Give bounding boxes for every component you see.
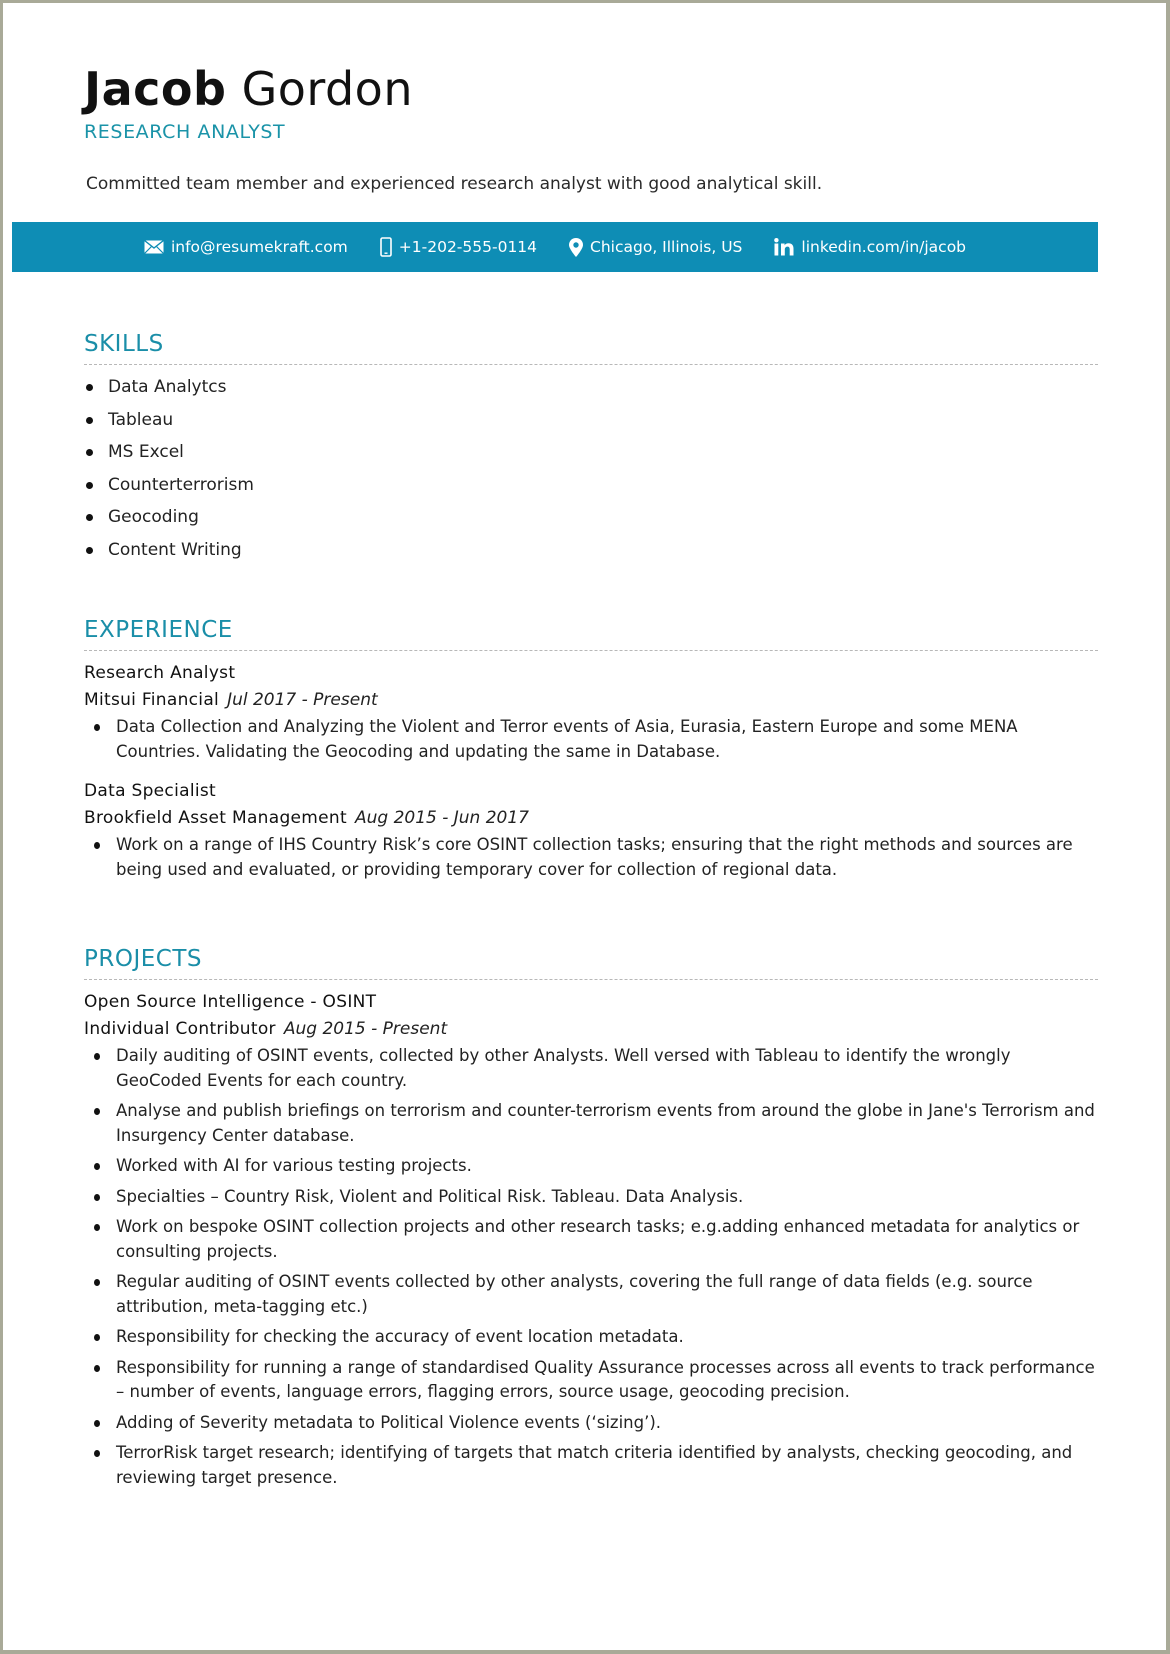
bullet-item: Daily auditing of OSINT events, collecte… bbox=[84, 1044, 1098, 1093]
experience-entry: Data Specialist Brookfield Asset Managem… bbox=[84, 778, 1098, 882]
contact-email[interactable]: info@resumekraft.com bbox=[144, 238, 348, 256]
project-role: Individual Contributor bbox=[84, 1019, 276, 1039]
bullet-item: Responsibility for checking the accuracy… bbox=[84, 1325, 1098, 1350]
bullet-item: Data Collection and Analyzing the Violen… bbox=[84, 715, 1098, 764]
bullet-item: TerrorRisk target research; identifying … bbox=[84, 1441, 1098, 1490]
job-title: RESEARCH ANALYST bbox=[84, 120, 286, 143]
entry-org-line: Mitsui Financial Jul 2017 - Present bbox=[84, 687, 1098, 714]
email-label: info@resumekraft.com bbox=[170, 238, 348, 256]
skill-item: Geocoding bbox=[84, 501, 1098, 534]
bullet-item: Regular auditing of OSINT events collect… bbox=[84, 1270, 1098, 1319]
skill-item: Counterterrorism bbox=[84, 469, 1098, 502]
skill-item: Content Writing bbox=[84, 534, 1098, 567]
section-title-projects: PROJECTS bbox=[84, 946, 1098, 980]
skill-item: Data Analytcs bbox=[84, 371, 1098, 404]
map-pin-icon bbox=[569, 237, 584, 257]
linkedin-label: linkedin.com/in/jacob bbox=[801, 238, 967, 256]
skills-section: SKILLS Data Analytcs Tableau MS Excel Co… bbox=[84, 331, 1098, 566]
skills-list: Data Analytcs Tableau MS Excel Counterte… bbox=[84, 371, 1098, 566]
skill-item: Tableau bbox=[84, 404, 1098, 437]
bullet-item: Work on bespoke OSINT collection project… bbox=[84, 1215, 1098, 1264]
entry-role: Data Specialist bbox=[84, 781, 216, 801]
bullet-item: Specialties – Country Risk, Violent and … bbox=[84, 1185, 1098, 1210]
entry-dates: Jul 2017 - Present bbox=[227, 690, 378, 710]
location-label: Chicago, Illinois, US bbox=[590, 238, 743, 256]
summary: Committed team member and experienced re… bbox=[86, 174, 823, 194]
project-bullets: Daily auditing of OSINT events, collecte… bbox=[84, 1044, 1098, 1490]
bullet-item: Adding of Severity metadata to Political… bbox=[84, 1411, 1098, 1436]
contact-bar: info@resumekraft.com +1-202-555-0114 Chi… bbox=[12, 222, 1098, 272]
resume-header: Jacob Gordon RESEARCH ANALYST bbox=[84, 64, 413, 143]
skill-item: MS Excel bbox=[84, 436, 1098, 469]
experience-entry: Research Analyst Mitsui Financial Jul 201… bbox=[84, 660, 1098, 764]
linkedin-icon bbox=[774, 238, 794, 256]
bullet-item: Work on a range of IHS Country Risk’s co… bbox=[84, 833, 1098, 882]
project-name: Open Source Intelligence - OSINT bbox=[84, 992, 377, 1012]
project-entry: Open Source Intelligence - OSINT Individ… bbox=[84, 989, 1098, 1490]
envelope-icon bbox=[144, 240, 164, 254]
first-name: Jacob bbox=[84, 62, 227, 116]
project-dates: Aug 2015 - Present bbox=[283, 1019, 448, 1039]
section-title-experience: EXPERIENCE bbox=[84, 617, 1098, 651]
entry-dates: Aug 2015 - Jun 2017 bbox=[354, 808, 530, 828]
entry-organization: Mitsui Financial bbox=[84, 690, 220, 710]
project-role-line: Individual Contributor Aug 2015 - Present bbox=[84, 1016, 1098, 1043]
entry-organization: Brookfield Asset Management bbox=[84, 808, 347, 828]
mobile-phone-icon bbox=[379, 237, 392, 257]
section-title-skills: SKILLS bbox=[84, 331, 1098, 365]
bullet-item: Worked with AI for various testing proje… bbox=[84, 1154, 1098, 1179]
contact-phone[interactable]: +1-202-555-0114 bbox=[379, 237, 538, 257]
phone-label: +1-202-555-0114 bbox=[398, 238, 538, 256]
bullet-item: Analyse and publish briefings on terrori… bbox=[84, 1099, 1098, 1148]
contact-linkedin[interactable]: linkedin.com/in/jacob bbox=[774, 238, 966, 256]
contact-location[interactable]: Chicago, Illinois, US bbox=[569, 237, 743, 257]
bullet-item: Responsibility for running a range of st… bbox=[84, 1356, 1098, 1405]
candidate-name: Jacob Gordon bbox=[84, 64, 413, 115]
resume-page: Jacob Gordon RESEARCH ANALYST Committed … bbox=[0, 0, 1170, 1654]
last-name: Gordon bbox=[241, 62, 413, 116]
entry-role: Research Analyst bbox=[84, 663, 236, 683]
entry-org-line: Brookfield Asset Management Aug 2015 - Ju… bbox=[84, 805, 1098, 832]
projects-section: PROJECTS Open Source Intelligence - OSIN… bbox=[84, 946, 1098, 1496]
experience-section: EXPERIENCE Research Analyst Mitsui Finan… bbox=[84, 617, 1098, 888]
entry-bullets: Work on a range of IHS Country Risk’s co… bbox=[84, 833, 1098, 882]
entry-bullets: Data Collection and Analyzing the Violen… bbox=[84, 715, 1098, 764]
